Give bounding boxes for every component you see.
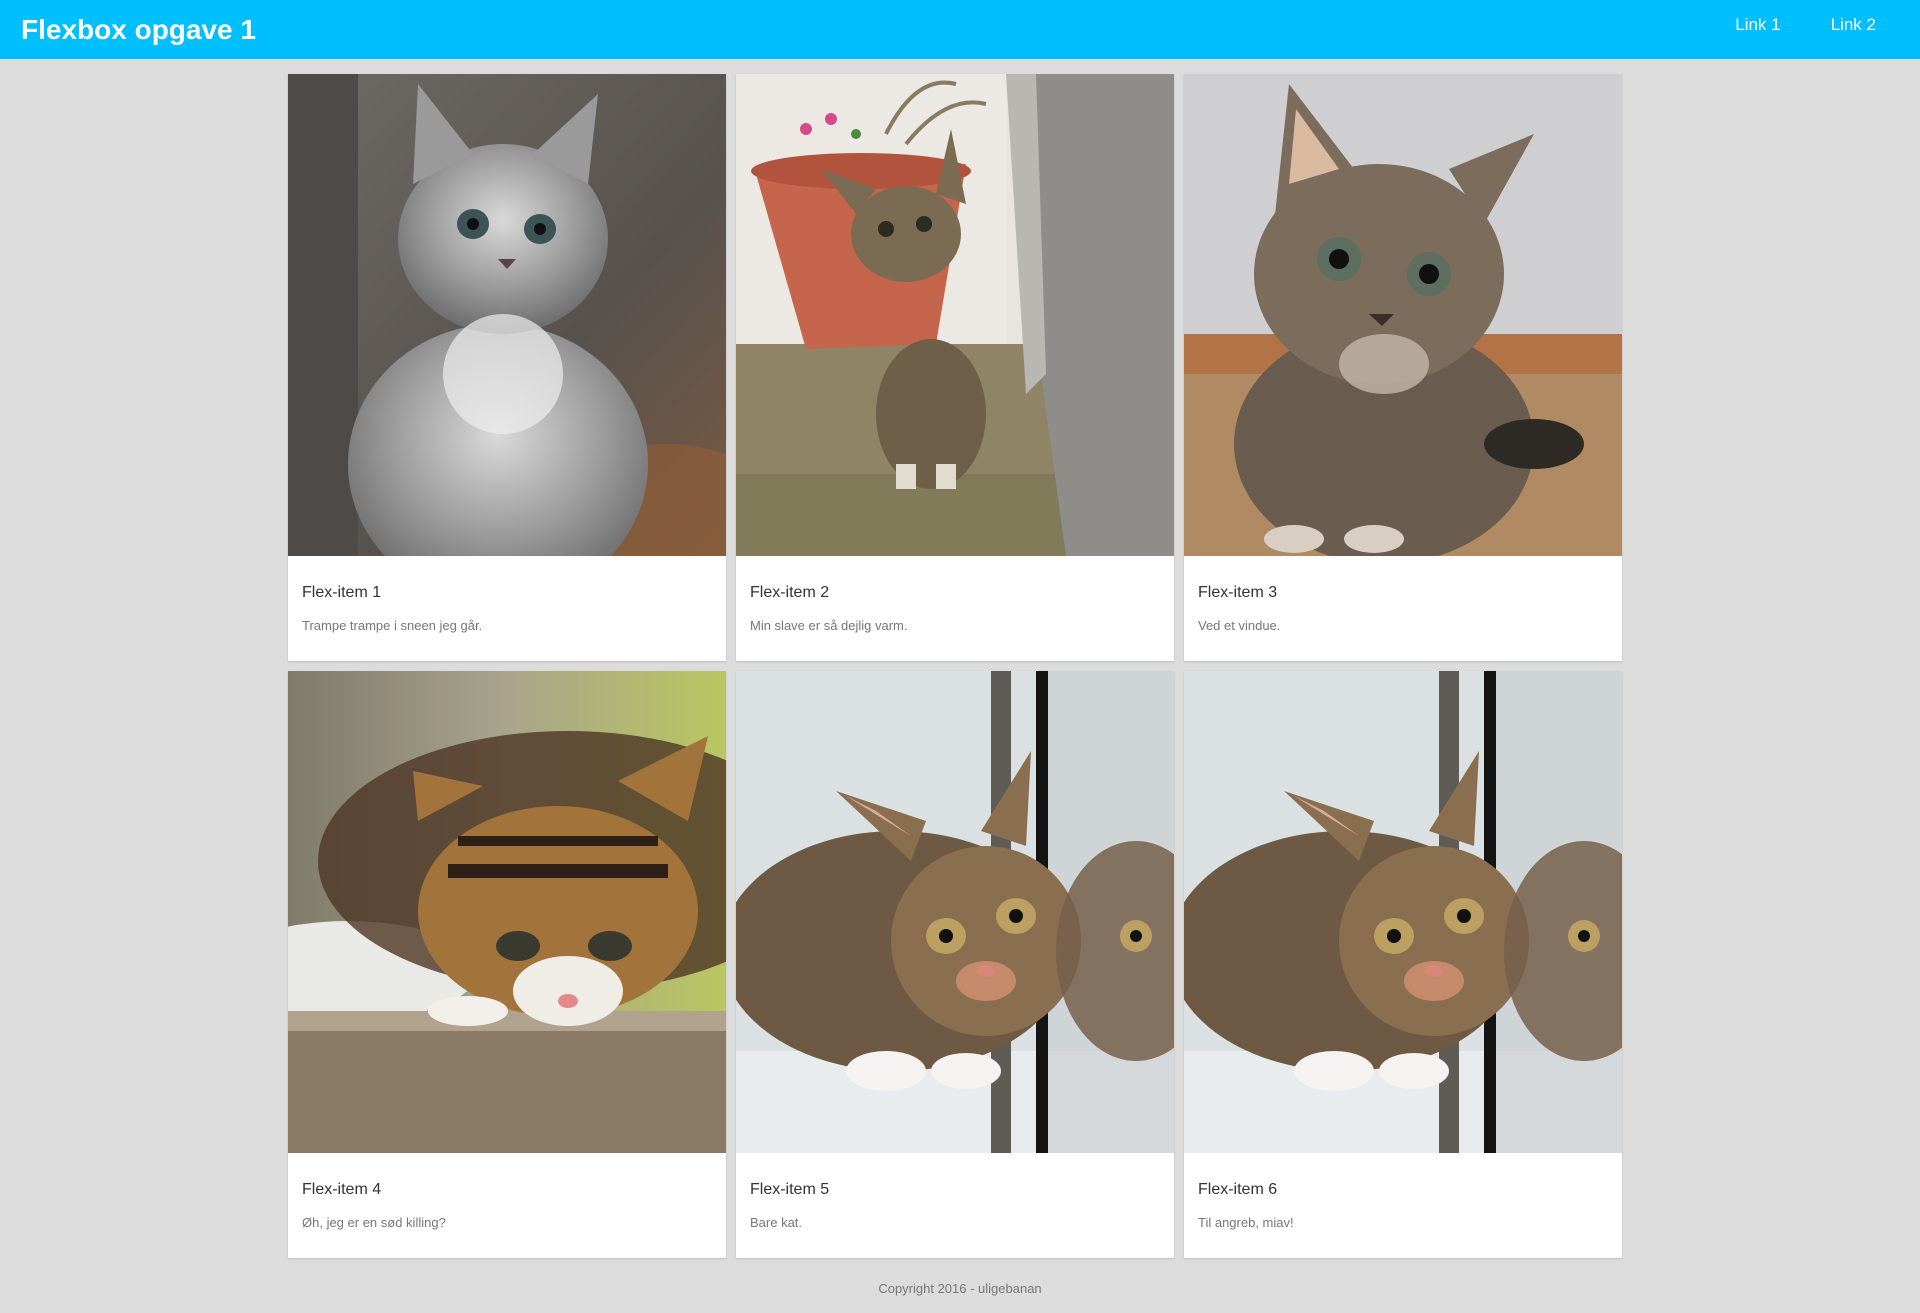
card-title: Flex-item 6 bbox=[1198, 1181, 1278, 1198]
flex-item-card: Flex-item 5 Bare kat. bbox=[736, 671, 1174, 1258]
tabby-kitten-flowerpot-photo bbox=[736, 74, 1174, 556]
site-title: Flexbox opgave 1 bbox=[21, 14, 256, 45]
grey-kitten-photo bbox=[288, 74, 726, 556]
calico-kitten-photo bbox=[288, 671, 726, 1153]
nav-link-2[interactable]: Link 2 bbox=[1831, 15, 1876, 35]
fluffy-tabby-kitten-photo bbox=[1184, 74, 1622, 556]
flex-item-card: Flex-item 4 Øh, jeg er en sød killing? bbox=[288, 671, 726, 1258]
flex-container: Flex-item 1 Trampe trampe i sneen jeg gå… bbox=[288, 74, 1623, 1258]
flex-item-card: Flex-item 3 Ved et vindue. bbox=[1184, 74, 1622, 661]
card-text: Bare kat. bbox=[750, 1215, 803, 1230]
card-text: Trampe trampe i sneen jeg går. bbox=[302, 618, 483, 633]
card-text: Min slave er så dejlig varm. bbox=[750, 618, 908, 633]
card-title: Flex-item 5 bbox=[750, 1181, 830, 1198]
card-text: Øh, jeg er en sød killing? bbox=[302, 1215, 446, 1230]
nav-links: Link 1 Link 2 bbox=[1735, 15, 1876, 35]
card-text: Ved et vindue. bbox=[1198, 618, 1281, 633]
card-title: Flex-item 1 bbox=[302, 584, 382, 601]
card-title: Flex-item 4 bbox=[302, 1181, 382, 1198]
kitten-mirror-photo bbox=[736, 671, 1174, 1153]
flex-item-card: Flex-item 1 Trampe trampe i sneen jeg gå… bbox=[288, 74, 726, 661]
card-title: Flex-item 2 bbox=[750, 584, 830, 601]
nav-link-1[interactable]: Link 1 bbox=[1735, 15, 1780, 35]
footer-copyright: Copyright 2016 - uligebanan bbox=[878, 1281, 1042, 1296]
flex-item-card: Flex-item 2 Min slave er så dejlig varm. bbox=[736, 74, 1174, 661]
kitten-mirror-photo bbox=[1184, 671, 1622, 1153]
card-text: Til angreb, miav! bbox=[1198, 1215, 1294, 1230]
top-navbar: Flexbox opgave 1 Link 1 Link 2 bbox=[0, 0, 1920, 59]
card-title: Flex-item 3 bbox=[1198, 584, 1278, 601]
flex-item-card: Flex-item 6 Til angreb, miav! bbox=[1184, 671, 1622, 1258]
